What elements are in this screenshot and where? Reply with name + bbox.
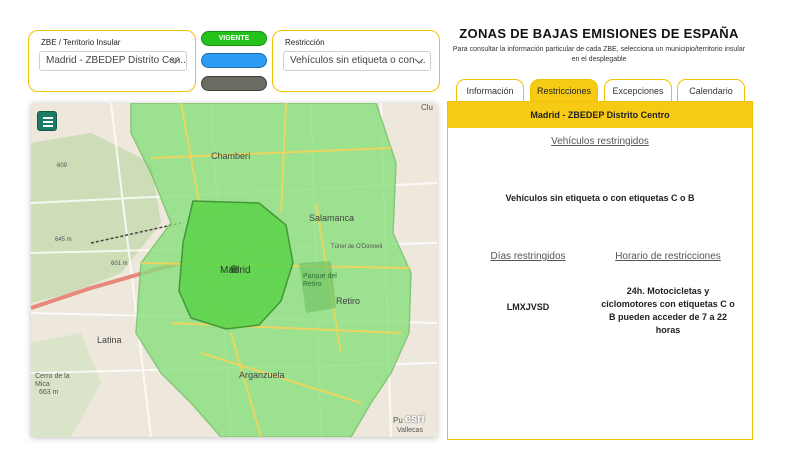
map-label-arganzuela: Arganzuela	[239, 370, 285, 380]
map-label-tunel: Túnel de O'Donnell	[331, 244, 383, 250]
map-label-chamberi: Chamberí	[211, 151, 251, 161]
tab-excepciones[interactable]: Excepciones	[604, 79, 672, 101]
map-label-elev-609: 609	[57, 163, 68, 169]
vehicles-text: Vehículos sin etiqueta o con etiquetas C…	[505, 193, 695, 203]
restrictions-panel: Madrid - ZBEDEP Distrito Centro Vehículo…	[447, 101, 753, 440]
status-pill-blue[interactable]	[201, 53, 267, 68]
map-label-elev-601: 601 m	[111, 261, 128, 267]
status-pill-vigente[interactable]: VIGENTE	[201, 31, 267, 46]
zbe-selector-panel: ZBE / Territorio Insular Madrid - ZBEDEP…	[28, 30, 196, 92]
zbe-select-value: Madrid - ZBEDEP Distrito Cen...	[46, 55, 187, 66]
chevron-down-icon	[170, 58, 180, 64]
map-label-cerro: Cerro de la Mica	[35, 373, 70, 388]
map-label-cerro-elev: 663 m	[39, 389, 59, 396]
hours-value: 24h. Motocicletas y ciclomotores con eti…	[601, 286, 735, 335]
zone-name-header: Madrid - ZBEDEP Distrito Centro	[448, 102, 752, 128]
map-label-vallecas: Vallecas	[397, 427, 423, 434]
restriction-select-value: Vehículos sin etiqueta o con ...	[290, 55, 426, 66]
days-title: Días restringidos	[490, 251, 566, 262]
esri-logo: esri	[405, 413, 425, 425]
zbe-map[interactable]: Chamberí Salamanca Madrid Parque del Ret…	[31, 103, 437, 437]
map-label-elev-645: 645 m	[55, 237, 72, 243]
restriction-selector-panel: Restricción Vehículos sin etiqueta o con…	[272, 30, 440, 92]
map-label-salamanca: Salamanca	[309, 213, 355, 223]
hours-title: Horario de restricciones	[615, 251, 721, 262]
page-title: ZONAS DE BAJAS EMISIONES DE ESPAÑA	[459, 26, 739, 41]
days-value: LMXJVSD	[506, 302, 550, 312]
map-label-latina: Latina	[97, 335, 122, 345]
page-subtitle: Para consultar la información particular…	[452, 46, 746, 63]
map-label-retiro: Retiro	[336, 296, 361, 306]
restriction-select[interactable]: Vehículos sin etiqueta o con ...	[283, 51, 431, 71]
map-label-madrid: Madrid	[220, 265, 251, 276]
chevron-down-icon	[414, 58, 424, 64]
map-menu-button[interactable]	[37, 111, 57, 131]
status-pill-gray[interactable]	[201, 76, 267, 91]
zbe-selector-label: ZBE / Territorio Insular	[41, 38, 121, 47]
zbe-select[interactable]: Madrid - ZBEDEP Distrito Cen...	[39, 51, 187, 71]
map-label-clu: Clu	[421, 103, 434, 112]
tab-restricciones[interactable]: Restricciones	[530, 79, 598, 101]
restriction-selector-label: Restricción	[285, 38, 325, 47]
tab-calendario[interactable]: Calendario	[677, 79, 745, 101]
tab-informacion[interactable]: Información	[456, 79, 524, 101]
map-label-parque-retiro: Parque del Retiro	[303, 273, 337, 288]
map-label-puente: Pu	[393, 416, 403, 425]
vehicles-title: Vehículos restringidos	[551, 136, 649, 147]
